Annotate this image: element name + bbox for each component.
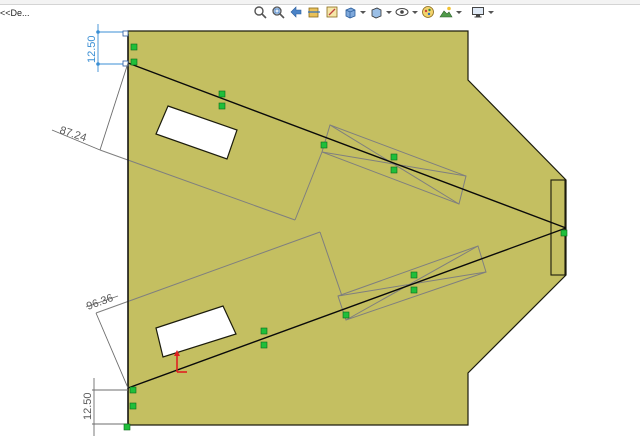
relation-marker (410, 286, 418, 294)
dimension-bottom-offset-text[interactable]: 12.50 (82, 392, 94, 420)
relation-marker (342, 311, 350, 319)
relation-marker (260, 327, 268, 335)
relation-marker (320, 141, 328, 149)
relation-marker (410, 271, 418, 279)
relation-marker (130, 43, 138, 51)
relation-marker (260, 341, 268, 349)
dimension-upper-link-text[interactable]: 87.24 (58, 124, 88, 144)
dimension-lower-link-text[interactable]: 96.36 (85, 292, 115, 313)
plate-face[interactable] (127, 30, 567, 426)
relation-marker (218, 102, 226, 110)
relation-marker (123, 423, 131, 431)
dimension-top-offset[interactable]: 12.50 (86, 24, 129, 72)
graphics-area[interactable]: 12.50 87.24 96.36 12.50 (0, 0, 640, 447)
relation-marker (218, 90, 226, 98)
relation-marker (390, 153, 398, 161)
relation-marker (130, 58, 138, 66)
relation-marker (129, 402, 137, 410)
dimension-top-offset-text[interactable]: 12.50 (86, 35, 98, 63)
dimension-bottom-offset[interactable]: 12.50 (82, 378, 128, 436)
dimension-lower-link[interactable]: 96.36 (85, 292, 129, 389)
dimension-upper-link[interactable]: 87.24 (51, 62, 129, 151)
relation-marker (390, 166, 398, 174)
relation-marker (560, 229, 568, 237)
relation-marker (129, 386, 137, 394)
